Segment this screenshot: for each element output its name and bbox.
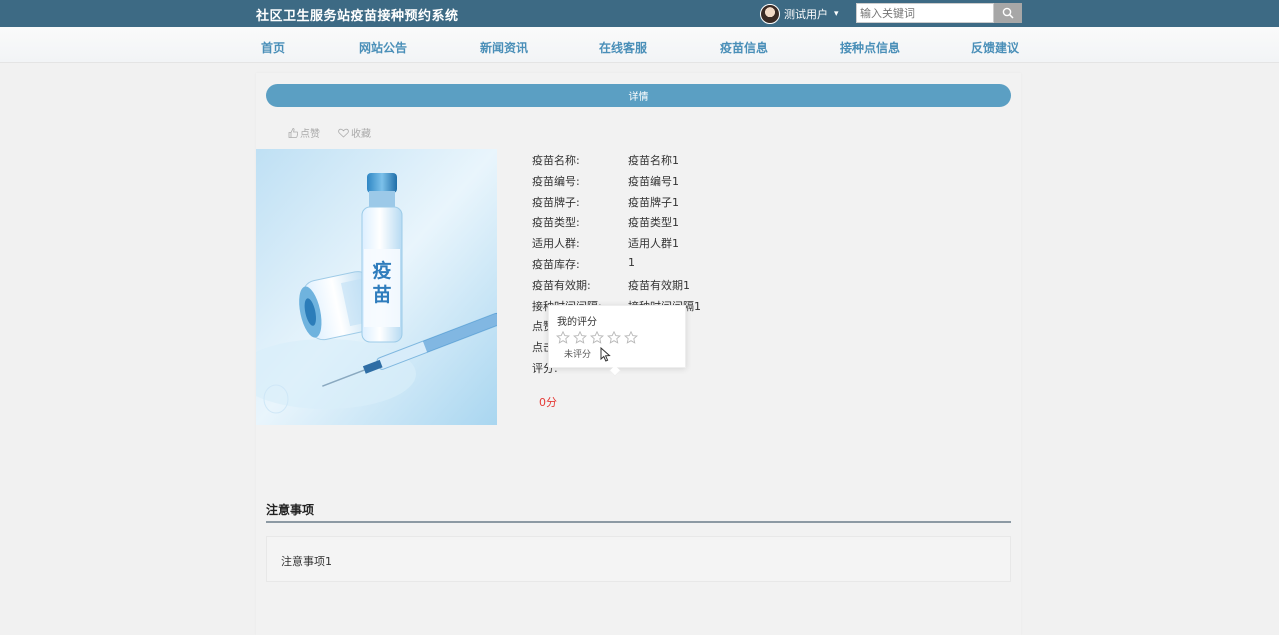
site-title[interactable]: 社区卫生服务站疫苗接种预约系统	[256, 5, 459, 24]
avatar[interactable]	[760, 3, 780, 24]
rating-stars[interactable]	[556, 331, 638, 344]
star-icon[interactable]	[556, 331, 570, 344]
search-bar	[856, 3, 1022, 23]
like-button[interactable]: 点赞	[288, 125, 320, 140]
thumbs-up-icon	[288, 127, 298, 138]
notes-box: 注意事项1	[266, 536, 1011, 582]
field-label: 疫苗编号:	[532, 175, 580, 188]
rating-popup: 我的评分 未评分	[548, 305, 686, 377]
search-icon	[1002, 7, 1014, 19]
vaccine-image: 疫苗	[256, 149, 497, 425]
score-value: 0分	[539, 396, 557, 409]
field-label: 疫苗类型:	[532, 216, 580, 229]
mouse-cursor-icon	[600, 347, 611, 362]
main-nav: 首页 网站公告 新闻资讯 在线客服 疫苗信息 接种点信息 反馈建议	[0, 27, 1279, 63]
favorite-label: 收藏	[351, 129, 371, 140]
field-label: 疫苗牌子:	[532, 196, 580, 209]
detail-banner: 详情	[266, 84, 1011, 107]
nav-item-feedback[interactable]: 反馈建议	[971, 39, 1019, 56]
nav-item-news[interactable]: 新闻资讯	[480, 39, 528, 56]
vial-label: 疫苗	[372, 260, 392, 306]
notes-title: 注意事项	[266, 503, 315, 517]
field-value: 疫苗名称1	[628, 154, 679, 167]
field-value: 适用人群1	[628, 237, 679, 250]
field-label: 疫苗有效期:	[532, 279, 591, 292]
nav-item-announcements[interactable]: 网站公告	[359, 39, 407, 56]
field-label: 适用人群:	[532, 237, 580, 250]
nav-item-vaccine-info[interactable]: 疫苗信息	[720, 39, 768, 56]
rating-status: 未评分	[564, 350, 592, 360]
user-menu[interactable]: 测试用户 ▾	[760, 3, 839, 24]
field-value: 疫苗牌子1	[628, 196, 679, 209]
star-icon[interactable]	[607, 331, 621, 344]
nav-item-site-info[interactable]: 接种点信息	[840, 39, 900, 56]
star-icon[interactable]	[590, 331, 604, 344]
search-button[interactable]	[994, 3, 1022, 23]
heart-icon	[338, 128, 349, 138]
nav-item-online-service[interactable]: 在线客服	[599, 39, 647, 56]
chevron-down-icon[interactable]: ▾	[834, 9, 839, 19]
nav-item-home[interactable]: 首页	[261, 39, 285, 56]
field-value: 疫苗编号1	[628, 175, 679, 188]
top-header: 社区卫生服务站疫苗接种预约系统 测试用户 ▾	[0, 0, 1279, 27]
field-value: 疫苗类型1	[628, 216, 679, 229]
search-input[interactable]	[856, 3, 994, 23]
field-label: 疫苗名称:	[532, 154, 580, 167]
star-icon[interactable]	[624, 331, 638, 344]
user-name[interactable]: 测试用户	[784, 6, 828, 22]
star-icon[interactable]	[573, 331, 587, 344]
favorite-button[interactable]: 收藏	[338, 125, 371, 140]
action-bar: 点赞 收藏	[288, 125, 371, 140]
field-label: 疫苗库存:	[532, 258, 580, 271]
notes-content: 注意事项1	[281, 555, 332, 568]
rating-title: 我的评分	[557, 317, 597, 328]
like-label: 点赞	[300, 129, 320, 140]
notes-divider	[266, 521, 1011, 523]
field-value: 1	[628, 256, 635, 269]
field-value: 疫苗有效期1	[628, 279, 690, 292]
